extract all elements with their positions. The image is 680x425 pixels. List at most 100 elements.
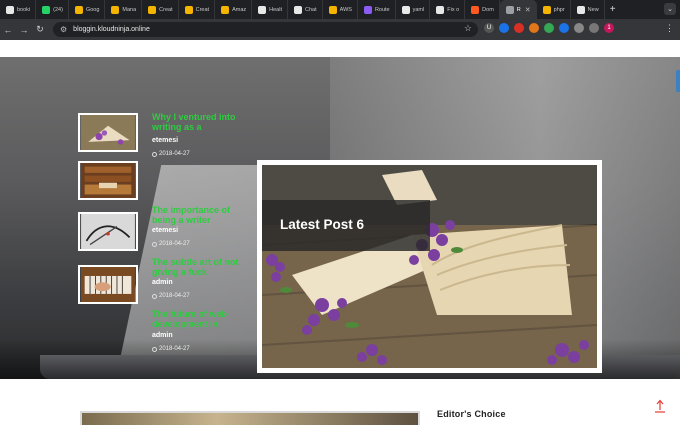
tab-label: phpr xyxy=(553,6,565,13)
tab-label: yaml xyxy=(412,6,425,13)
tab-label: Creat xyxy=(195,6,210,13)
browser-menu-icon[interactable]: ⋮ xyxy=(665,23,674,34)
featured-post-label[interactable]: Latest Post 6 xyxy=(262,200,430,251)
clock-icon xyxy=(152,293,157,299)
post-title-4[interactable]: The future of web development in xyxy=(152,309,246,329)
extension-icon[interactable] xyxy=(529,23,539,33)
post-thumbnail-4[interactable] xyxy=(78,265,138,304)
clock-icon xyxy=(152,346,157,352)
browser-tab[interactable]: Goog xyxy=(69,0,106,19)
tab-label: Creat xyxy=(159,6,173,13)
post-author-1: etemesi xyxy=(152,137,179,144)
tab-search-button[interactable]: ⌄ xyxy=(664,3,676,15)
side-scroll-tab[interactable] xyxy=(676,70,680,92)
tab-label: Goog xyxy=(85,6,100,13)
forward-icon[interactable]: → xyxy=(16,25,32,35)
browser-tab[interactable]: Mana xyxy=(105,0,143,19)
back-icon[interactable]: ← xyxy=(0,25,16,35)
browser-tab[interactable]: Chat xyxy=(288,0,323,19)
scroll-to-top-icon[interactable] xyxy=(652,398,668,414)
post-title-1[interactable]: Why I ventured into writing as a xyxy=(152,112,246,132)
post-thumbnail-1[interactable] xyxy=(78,113,138,152)
clock-icon xyxy=(152,241,157,247)
post-date-text-2: 2018-04-27 xyxy=(159,241,190,247)
browser-tab[interactable]: (24) xyxy=(36,0,69,19)
tab-favicon-icon xyxy=(42,5,51,14)
post-title-3[interactable]: The subtle art of not giving a fuck xyxy=(152,257,246,277)
tab-label: AWS xyxy=(339,6,352,13)
tab-label: Mana xyxy=(122,6,137,13)
post-thumbnail-3[interactable] xyxy=(78,212,138,251)
extension-icon[interactable] xyxy=(574,23,584,33)
tab-favicon-icon xyxy=(184,5,193,14)
tab-favicon-icon xyxy=(505,5,514,14)
tab-label: New xyxy=(587,6,599,13)
post-date-1: 2018-04-27 xyxy=(152,151,190,157)
browser-tab[interactable]: Amaz xyxy=(215,0,253,19)
post-author-2: etemesi xyxy=(152,227,179,234)
extension-icon[interactable] xyxy=(589,23,599,33)
tab-label: Dom xyxy=(482,6,494,13)
tab-favicon-icon xyxy=(6,5,14,14)
editors-choice-heading: Editor's Choice xyxy=(437,409,506,419)
extension-icon[interactable]: 1 xyxy=(604,23,614,33)
tab-close-icon[interactable]: ✕ xyxy=(525,6,531,14)
featured-post-image[interactable]: Latest Post 6 xyxy=(262,165,597,368)
reload-icon[interactable]: ↻ xyxy=(32,24,48,35)
browser-tab[interactable]: Healt xyxy=(252,0,288,19)
tab-favicon-icon xyxy=(576,5,585,14)
post-title-2[interactable]: The importance of being a writer xyxy=(152,205,246,225)
post-date-3: 2018-04-27 xyxy=(152,293,190,299)
tab-favicon-icon xyxy=(258,5,267,14)
tab-favicon-icon xyxy=(221,5,230,14)
post-author-3: admin xyxy=(152,279,173,286)
browser-tab[interactable]: phpr xyxy=(537,0,571,19)
browser-tab[interactable]: R ✕ xyxy=(499,0,537,19)
browser-tab[interactable]: booki xyxy=(0,0,37,19)
extension-icon[interactable] xyxy=(499,23,509,33)
browser-tab[interactable]: AWS xyxy=(323,0,358,19)
tab-favicon-icon xyxy=(436,5,445,14)
post-date-text-3: 2018-04-27 xyxy=(159,293,190,299)
browser-tab[interactable]: Creat xyxy=(179,0,216,19)
tab-favicon-icon xyxy=(542,5,551,14)
article-preview-image[interactable] xyxy=(80,411,420,425)
site-header-strip xyxy=(0,40,680,57)
bookmark-star-icon[interactable]: ☆ xyxy=(464,23,472,34)
extension-icon[interactable] xyxy=(514,23,524,33)
url-text: bloggin.kloudninja.online xyxy=(73,26,150,33)
extension-icon[interactable]: U xyxy=(484,23,494,33)
post-thumbnail-2[interactable] xyxy=(78,161,138,200)
site-info-icon[interactable]: ⚙ xyxy=(60,25,67,34)
post-date-4: 2018-04-27 xyxy=(152,346,190,352)
article-preview-image-fill xyxy=(82,413,418,425)
extensions-area: U1 xyxy=(484,23,614,33)
tab-label: Fix o xyxy=(447,6,460,13)
address-bar[interactable]: ⚙ bloggin.kloudninja.online ☆ xyxy=(53,22,478,37)
tab-favicon-icon xyxy=(74,5,83,14)
browser-tab[interactable]: yaml xyxy=(396,0,431,19)
browser-tab[interactable]: Fix o xyxy=(430,0,466,19)
browser-tab-strip: booki (24) Goog Mana Creat Creat Amaz Healt Chat… xyxy=(0,0,680,19)
tab-label: (24) xyxy=(53,6,63,13)
tab-favicon-icon xyxy=(363,5,372,14)
tab-label: Route xyxy=(374,6,390,13)
featured-post-title[interactable]: Latest Post 6 xyxy=(280,217,364,232)
tab-label: R xyxy=(516,6,521,13)
tab-favicon-icon xyxy=(328,5,337,14)
browser-tab[interactable]: Route xyxy=(358,0,396,19)
extension-icon[interactable] xyxy=(559,23,569,33)
clock-icon xyxy=(152,151,157,157)
extension-icon[interactable] xyxy=(544,23,554,33)
browser-tab[interactable]: Creat xyxy=(142,0,179,19)
tab-label: booki xyxy=(17,6,31,13)
tab-favicon-icon xyxy=(401,5,410,14)
tab-label: Amaz xyxy=(232,6,247,13)
browser-tab[interactable]: Dom xyxy=(465,0,500,19)
hero-section: Why I ventured into writing as a etemesi… xyxy=(0,57,680,379)
browser-tab[interactable]: New xyxy=(571,0,605,19)
browser-toolbar: ← → ↻ ⚙ bloggin.kloudninja.online ☆ U1 ⋮ xyxy=(0,19,680,40)
tab-favicon-icon xyxy=(471,5,480,14)
featured-post-card[interactable]: Latest Post 6 xyxy=(257,160,602,373)
new-tab-button[interactable]: + xyxy=(605,4,621,15)
